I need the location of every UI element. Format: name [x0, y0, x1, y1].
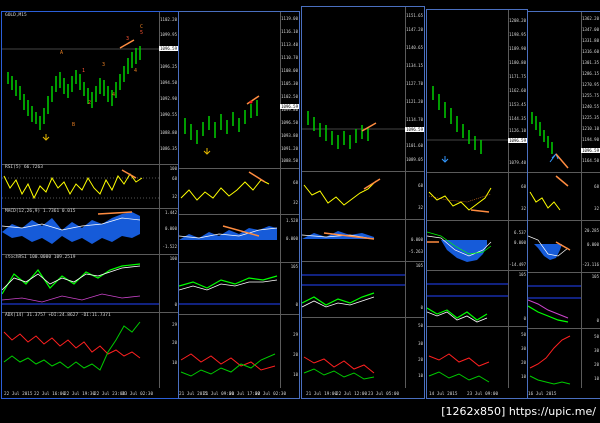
adx-pane[interactable]: 50 30 20 10 14 Jul 2015 23 Jul 09:00 [427, 326, 527, 398]
rsi-line [529, 175, 569, 211]
wave-label: A [60, 50, 64, 56]
adx-pane[interactable]: ADX(14) 31.3757 +DI:24.8627 -DI:11.7371 … [2, 312, 178, 398]
rsi-line [303, 178, 381, 206]
time-axis: 21 Jul 2015 21 Jul 09:00 21 Jul 17:00 22… [179, 392, 287, 397]
chart-window-h4[interactable]: 1151.65 1147.20 1140.65 1134.15 1127.70 … [301, 6, 425, 399]
price-scale[interactable]: 1119.00 1116.10 1113.40 1110.70 1108.00 … [280, 12, 299, 168]
candles [7, 46, 141, 130]
current-price-label: 1096.59 [581, 148, 600, 153]
stoch-pane[interactable]: 105 0 [179, 262, 299, 315]
adx-pane[interactable]: 50 30 20 10 16 Jul 2015 [528, 328, 600, 398]
macd-pane[interactable]: 6.537 0.000 -14.497 [427, 220, 527, 271]
macd-pane[interactable]: 0.000 -5.263 [302, 219, 424, 262]
price-pane[interactable]: 1362.20 1347.00 1331.80 1316.60 1301.35 … [528, 12, 600, 173]
stoch-scale: 100 0 [159, 254, 178, 312]
candlestick-chart [302, 111, 406, 149]
macd-pane[interactable]: 1.528 0.000 [179, 214, 299, 263]
rsi-line [180, 171, 270, 201]
rsi-line [428, 187, 492, 213]
stoch-pane[interactable]: 105 0 [427, 270, 527, 327]
chart-window-m15[interactable]: GOLD,M15 A B 1 2 3 4 5 C 4 3 1102.20 109… [1, 11, 179, 399]
adx-pane[interactable]: 50 30 20 10 21 Jul 19:00 22 Jul 12:00 23… [302, 317, 424, 398]
price-pane[interactable]: 1151.65 1147.20 1140.65 1134.15 1127.70 … [302, 7, 424, 172]
wave-label: 3 [126, 36, 130, 42]
candlestick-chart [531, 112, 569, 169]
wave-label: 4 [112, 92, 116, 98]
current-price-label: 1096.59 [280, 104, 299, 109]
time-axis: 22 Jul 2015 22 Jul 16:00 22 Jul 19:30 22… [4, 392, 154, 397]
stoch-pane[interactable]: 105 0 [528, 272, 600, 329]
rsi-line [2, 169, 160, 200]
candlestick-chart [427, 86, 509, 163]
macd-pane[interactable]: MACD(12,26,9) 1.7361 0.015 1.442 0.000 -… [2, 208, 178, 255]
rsi-pane[interactable]: RSI(5) 66.7263 100 68 32 [2, 164, 178, 209]
price-scale[interactable]: 1151.65 1147.20 1140.65 1134.15 1127.70 … [405, 7, 424, 171]
macd-histogram [2, 211, 141, 244]
adx-scale: 29 20 10 [159, 312, 178, 388]
rsi-pane[interactable]: 68 32 [179, 168, 299, 215]
stoch-lines [2, 263, 160, 305]
rsi-pane[interactable]: 68 32 [427, 172, 527, 221]
time-axis: 14 Jul 2015 23 Jul 09:00 [429, 392, 499, 397]
price-scale[interactable]: 1362.20 1347.00 1331.80 1316.60 1301.35 … [581, 12, 600, 172]
watermark: [1262x850] https://upic.me/ [441, 405, 596, 418]
chart-window-w1[interactable]: 1362.20 1347.00 1331.80 1316.60 1301.35 … [527, 11, 600, 399]
current-price-label: 1096.59 [159, 46, 178, 51]
rsi-pane[interactable]: 68 32 [528, 172, 600, 221]
adx-lines [529, 335, 571, 385]
wave-label: 3 [102, 62, 106, 68]
price-pane[interactable]: GOLD,M15 A B 1 2 3 4 5 C 4 3 1102.20 109… [2, 12, 178, 165]
chart-window-h1[interactable]: 1119.00 1116.10 1113.40 1110.70 1108.00 … [178, 11, 300, 399]
price-pane[interactable]: 1119.00 1116.10 1113.40 1110.70 1108.00 … [179, 12, 299, 169]
adx-lines [3, 321, 141, 371]
candlestick-chart [184, 95, 260, 155]
rsi-pane[interactable]: 68 32 [302, 171, 424, 220]
price-scale[interactable]: 1208.20 1198.95 1189.90 1180.80 1171.75 … [508, 10, 527, 172]
price-pane[interactable]: 1208.20 1198.95 1189.90 1180.80 1171.75 … [427, 10, 527, 173]
current-price-label: 1096.59 [405, 127, 424, 132]
stoch-pane[interactable]: 105 0 [302, 261, 424, 318]
chart-window-d1[interactable]: 1208.20 1198.95 1189.90 1180.80 1171.75 … [426, 9, 528, 399]
current-price-label: 1096.59 [508, 138, 527, 143]
time-axis: 16 Jul 2015 [528, 392, 557, 397]
adx-pane[interactable]: 29 20 10 21 Jul 2015 21 Jul 09:00 21 Jul… [179, 314, 299, 398]
adx-lines [180, 353, 276, 377]
rsi-scale: 100 68 32 [159, 164, 178, 208]
time-axis: 21 Jul 19:00 22 Jul 12:00 23 Jul 05:00 [306, 392, 400, 397]
adx-lines [303, 356, 375, 380]
wave-label: C [140, 24, 144, 30]
stoch-lines [528, 285, 582, 323]
macd-scale: 1.442 0.000 -1.522 [159, 208, 178, 254]
wave-label: 5 [140, 30, 144, 36]
macd-pane[interactable]: 20.285 0.000 -23.116 [528, 220, 600, 273]
macd-histogram [528, 235, 571, 260]
macd-histogram [302, 231, 375, 240]
wave-label: 4 [134, 68, 138, 74]
stoch-lines [427, 283, 509, 323]
macd-histogram [179, 225, 278, 240]
stoch-lines [302, 274, 406, 308]
wave-label: 2 [88, 100, 92, 106]
candlestick-chart [2, 39, 160, 141]
wave-label: B [72, 122, 76, 128]
wave-label: 1 [82, 68, 86, 74]
stoch-lines [179, 275, 281, 305]
macd-histogram [427, 231, 492, 262]
price-scale[interactable]: 1102.20 1099.95 1096.25 1094.50 1092.90 … [159, 12, 178, 164]
stoch-pane[interactable]: stochRSI 100.0000 109.2519 100 0 [2, 254, 178, 313]
adx-lines [428, 353, 490, 383]
